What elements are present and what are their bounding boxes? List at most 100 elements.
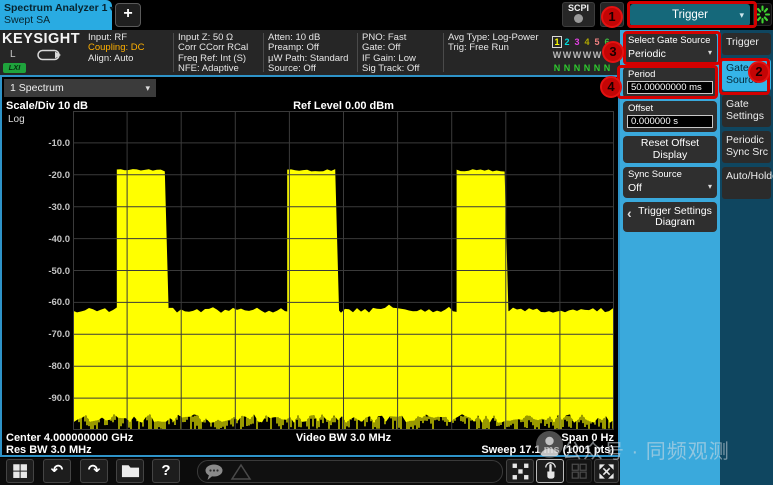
trace-detector[interactable]: N: [552, 62, 562, 74]
keysight-logo: KEYSIGHT: [2, 31, 86, 47]
continuous-sweep-icon: [36, 48, 62, 67]
trace-selector-dropdown[interactable]: 1 Spectrum ▾: [4, 79, 156, 97]
meas-settings-bar: KEYSIGHT L LXI Input: RFCoupling: DCAlig…: [0, 30, 620, 75]
gate-source-value: Periodic: [628, 48, 666, 60]
meas-bar-divider: [173, 33, 174, 72]
meas-bar-column: Input: RFCoupling: DCAlign: Auto: [88, 33, 174, 64]
fullscreen-icon: [597, 462, 616, 481]
chevron-down-icon: ▾: [708, 182, 712, 191]
res-bw-annotation[interactable]: Res BW 3.0 MHz: [6, 444, 92, 456]
y-axis-tick-label: -50.0: [2, 266, 70, 277]
message-bar[interactable]: [197, 460, 503, 483]
menu-tabs-column: Trigger Gate Source Gate Settings Periodic …: [720, 30, 773, 485]
meas-bar-column: Atten: 10 dBPreamp: OffµW Path: Standard…: [268, 33, 358, 74]
sweep-annotation[interactable]: Sweep 17.1 ms (1001 pts): [481, 444, 614, 456]
trace-detector[interactable]: N: [572, 62, 582, 74]
meas-bar-field[interactable]: Sig Track: Off: [362, 64, 444, 74]
gate-source-dropdown[interactable]: Select Gate Source Periodic▾: [623, 33, 717, 64]
chevron-down-icon: ▾: [109, 4, 113, 13]
menu-tab-trigger[interactable]: Trigger: [722, 33, 771, 55]
local-indicator: L: [10, 49, 16, 60]
pulse-area: [117, 169, 169, 315]
alert-triangle-icon: [230, 462, 252, 482]
redo-icon: ↷: [88, 462, 101, 479]
measurement-tab-swept-sa[interactable]: Spectrum Analyzer 1▾ Swept SA: [0, 0, 112, 30]
pulse-area: [287, 169, 339, 315]
fullscreen-button[interactable]: [594, 459, 619, 483]
trigger-menu-panel: Select Gate Source Periodic▾ Period 50.0…: [620, 30, 773, 485]
file-explorer-button[interactable]: [116, 459, 144, 483]
spectrum-plot: [73, 111, 614, 430]
menu-category-dropdown[interactable]: Trigger ▾: [630, 4, 750, 26]
scpi-indicator-icon: [574, 14, 583, 23]
spectrum-analyzer-app: Spectrum Analyzer 1▾ Swept SA + SCPI Tri…: [0, 0, 773, 485]
menu-tab-periodic-sync-src[interactable]: Periodic Sync Src: [722, 131, 771, 163]
touch-mode-button[interactable]: [536, 459, 564, 483]
span-annotation[interactable]: Span 0 Hz: [561, 432, 614, 444]
windows-start-icon: [11, 462, 29, 480]
period-input[interactable]: 50.00000000 ms: [627, 81, 713, 94]
meas-bar-column: Avg Type: Log-PowerTrig: Free Run: [448, 33, 550, 54]
chevron-down-icon: ▾: [145, 79, 150, 97]
y-axis-tick-label: -70.0: [2, 329, 70, 340]
trace-detector[interactable]: N: [602, 62, 612, 74]
trace-indicators: 123456WWWWWWNNNNNN: [552, 32, 612, 71]
message-bubble-icon: [203, 462, 227, 482]
help-button[interactable]: ?: [152, 459, 180, 483]
meas-bar-column: PNO: FastGate: OffIF Gain: LowSig Track:…: [362, 33, 444, 74]
trace-detector[interactable]: N: [562, 62, 572, 74]
sequence-button[interactable]: [506, 459, 534, 483]
reset-offset-display-button[interactable]: Reset Offset Display: [623, 136, 717, 163]
add-measurement-button[interactable]: +: [115, 3, 141, 27]
meas-bar-field[interactable]: Trig: Free Run: [448, 43, 550, 53]
tab-bar: Spectrum Analyzer 1▾ Swept SA + SCPI Tri…: [0, 0, 773, 30]
pulse-area: [457, 169, 509, 314]
bottom-toolbar: ↶ ↷ ?: [0, 458, 620, 485]
measurement-tab-mode: Swept SA: [4, 14, 108, 26]
chevron-down-icon: ▾: [708, 48, 712, 57]
folder-icon: [121, 462, 140, 479]
scpi-status-button[interactable]: SCPI: [562, 2, 595, 27]
meas-bar-divider: [263, 33, 264, 72]
menu-tab-auto-holdoff[interactable]: Auto/Holdoff: [722, 167, 771, 199]
meas-bar-column: Input Z: 50 ΩCorr CCorr RCalFreq Ref: In…: [178, 33, 264, 74]
undo-icon: ↶: [51, 462, 64, 479]
busy-indicator-icon: [753, 3, 772, 26]
help-icon: ?: [161, 462, 170, 479]
trace-detector[interactable]: N: [582, 62, 592, 74]
chevron-down-icon: ▾: [739, 4, 744, 26]
sequence-icon: [511, 462, 530, 481]
video-bw-annotation[interactable]: Video BW 3.0 MHz: [73, 432, 614, 444]
meas-bar-field[interactable]: Source: Off: [268, 64, 358, 74]
y-axis-tick-label: -60.0: [2, 297, 70, 308]
windows-start-button[interactable]: [6, 459, 34, 483]
y-axis-tick-label: -20.0: [2, 170, 70, 181]
meas-bar-field[interactable]: NFE: Adaptive: [178, 64, 264, 74]
y-axis-tick-label: -10.0: [2, 138, 70, 149]
redo-button[interactable]: ↷: [80, 459, 108, 483]
y-axis-tick-label: -40.0: [2, 234, 70, 245]
meas-bar-divider: [357, 33, 358, 72]
meas-bar-divider: [443, 33, 444, 72]
meas-bar-field[interactable]: Align: Auto: [88, 54, 174, 64]
touch-pointer-icon: [541, 462, 560, 481]
offset-field[interactable]: Offset 0.000000 s: [623, 101, 717, 132]
trigger-settings-diagram-button[interactable]: ‹ Trigger Settings Diagram: [623, 202, 717, 232]
menu-tab-gate-source[interactable]: Gate Source: [722, 59, 771, 91]
offset-input[interactable]: 0.000000 s: [627, 115, 713, 128]
menu-tab-gate-settings[interactable]: Gate Settings: [722, 95, 771, 127]
system-menu-button[interactable]: [600, 2, 624, 27]
window-layout-button[interactable]: [566, 459, 592, 483]
amplitude-scale-label: Log: [8, 114, 25, 125]
trace-detector[interactable]: N: [592, 62, 602, 74]
window-layout-icon: [570, 462, 588, 480]
y-axis-tick-label: -80.0: [2, 361, 70, 372]
sync-source-dropdown[interactable]: Sync Source Off▾: [623, 167, 717, 198]
lxi-badge: LXI: [3, 63, 26, 73]
y-axis-tick-label: -90.0: [2, 393, 70, 404]
undo-button[interactable]: ↶: [43, 459, 71, 483]
period-field[interactable]: Period 50.00000000 ms: [623, 67, 717, 98]
y-axis-tick-label: -30.0: [2, 202, 70, 213]
spectrum-display: 1 Spectrum ▾ Scale/Div 10 dB Ref Level 0…: [0, 75, 620, 457]
sync-source-value: Off: [628, 182, 642, 194]
